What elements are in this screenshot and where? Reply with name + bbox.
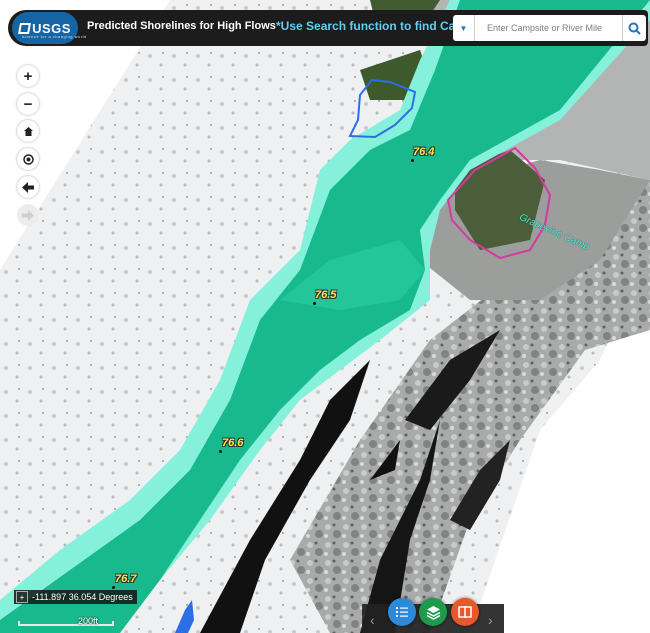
back-button[interactable] [17, 176, 39, 198]
legend-button[interactable] [388, 598, 416, 626]
river-mile-label[interactable]: 76.5 [315, 289, 336, 301]
river-mile-point[interactable] [219, 450, 222, 453]
home-button[interactable] [17, 120, 39, 142]
river-mile-point[interactable] [411, 159, 414, 162]
zoom-out-button[interactable]: − [17, 93, 39, 115]
scale-bar-line [18, 621, 114, 626]
river-mile-label[interactable]: 76.4 [413, 146, 434, 158]
compare-split-icon [458, 606, 472, 618]
aerial-imagery [0, 0, 650, 633]
river-mile-label[interactable]: 76.6 [222, 437, 243, 449]
search-button[interactable] [622, 15, 646, 41]
usgs-logo-icon [18, 22, 32, 34]
search-widget: ▼ [453, 15, 646, 41]
compare-button[interactable] [451, 598, 479, 626]
usgs-logo[interactable]: USGS science for a changing world [12, 12, 86, 44]
coordinate-text: -111.897 36.054 Degrees [32, 592, 133, 602]
app-title: Predicted Shorelines for High Flows [87, 20, 276, 32]
scale-bar-label: 200ft [78, 616, 99, 626]
arrow-left-icon [22, 181, 34, 193]
crosshair-icon[interactable]: + [16, 591, 28, 603]
layers-button[interactable] [419, 598, 447, 626]
logo-tagline: science for a changing world [22, 34, 87, 39]
arrow-right-icon [22, 209, 34, 221]
river-mile-point[interactable] [313, 302, 316, 305]
map-view[interactable]: 76.4 76.5 76.6 76.7 Grapevine Camp [0, 0, 650, 633]
legend-list-icon [396, 607, 408, 617]
search-input[interactable] [477, 18, 617, 38]
app-header: USGS science for a changing world Predic… [8, 10, 648, 46]
coordinate-readout[interactable]: + -111.897 36.054 Degrees [14, 590, 137, 604]
caret-down-icon[interactable]: ▼ [453, 15, 475, 41]
river-mile-point[interactable] [112, 586, 115, 589]
forward-button[interactable] [17, 204, 39, 226]
search-hint: *Use Search function to find Camps [276, 19, 481, 33]
layers-icon [426, 605, 440, 620]
zoom-in-button[interactable]: + [17, 65, 39, 87]
locate-button[interactable] [17, 148, 39, 170]
next-arrow-icon[interactable]: › [488, 612, 493, 628]
scale-bar: 200ft [18, 614, 114, 628]
search-icon [628, 22, 641, 35]
prev-arrow-icon[interactable]: ‹ [370, 612, 375, 628]
home-icon [23, 126, 33, 136]
river-mile-label[interactable]: 76.7 [115, 573, 136, 585]
locate-icon [22, 153, 34, 165]
